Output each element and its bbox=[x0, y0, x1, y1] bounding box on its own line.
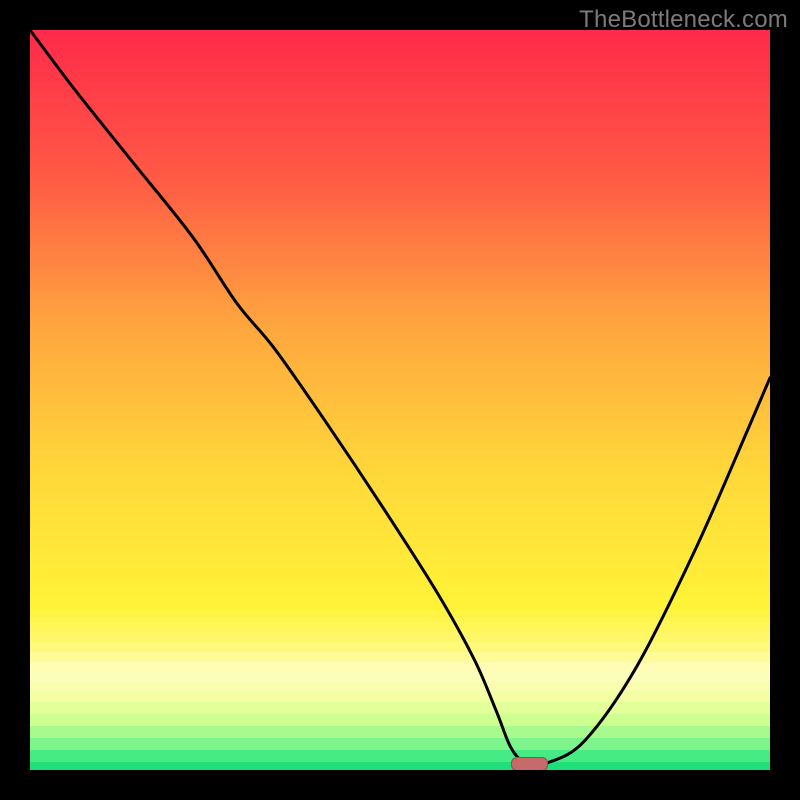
plot-area bbox=[30, 30, 770, 770]
heat-gradient bbox=[30, 30, 770, 770]
chart-frame: TheBottleneck.com bbox=[0, 0, 800, 800]
